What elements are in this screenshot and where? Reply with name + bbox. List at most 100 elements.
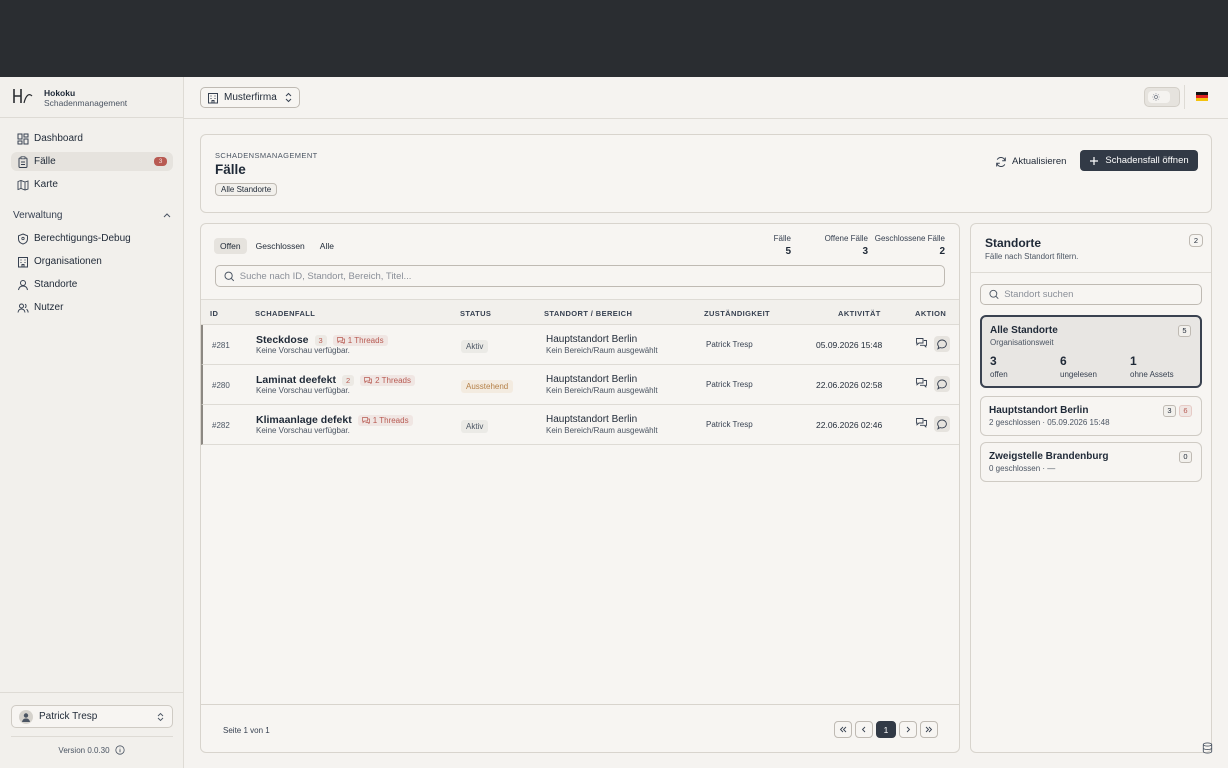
sidebar-item-nutzer[interactable]: Nutzer [11, 298, 173, 317]
location-filter-chip[interactable]: Alle Standorte [215, 183, 278, 196]
case-area: Kein Bereich/Raum ausgewählt [546, 386, 658, 395]
sidebar-item-label: Organisationen [34, 256, 102, 267]
comment-action-button[interactable] [934, 336, 950, 352]
threads-label: 1 Threads [372, 415, 409, 425]
location-count-badge: 3 [1163, 405, 1176, 417]
stat-without-assets: 1 ohne Assets [1130, 354, 1174, 379]
threads-action-button[interactable] [916, 378, 927, 388]
location-user-icon [17, 279, 29, 291]
stat-value: 3 [990, 354, 997, 368]
col-status[interactable]: STATUS [460, 309, 491, 318]
info-icon[interactable] [114, 745, 125, 755]
german-flag-icon[interactable] [1196, 92, 1208, 101]
col-zustaendigkeit[interactable]: ZUSTÄNDIGKEIT [704, 309, 770, 318]
stat-unread: 6 ungelesen [1060, 354, 1097, 379]
sidebar-item-karte[interactable]: Karte [11, 175, 173, 194]
location-card-all[interactable]: Alle Standorte Organisationsweit 5 3 off… [980, 315, 1202, 388]
stat-value: 5 [785, 246, 791, 257]
sidebar-item-standorte[interactable]: Standorte [11, 275, 173, 294]
case-area: Kein Bereich/Raum ausgewählt [546, 346, 658, 355]
stat-value: 6 [1060, 354, 1067, 368]
threads-badge: 1 Threads [357, 414, 413, 426]
sidebar-item-label: Karte [34, 179, 58, 190]
table-row[interactable]: #281 Steckdose 3 1 Threads Keine Vorscha… [201, 325, 959, 365]
location-name: Alle Standorte [990, 325, 1058, 336]
case-search[interactable] [215, 265, 945, 287]
col-standort[interactable]: STANDORT / BEREICH [544, 309, 632, 318]
user-menu-button[interactable]: Patrick Tresp [11, 705, 173, 728]
location-count-badge: 5 [1178, 325, 1191, 337]
sidebar-item-faelle[interactable]: Fälle 3 [11, 152, 173, 171]
location-sub: 2 geschlossen · 05.09.2026 15:48 [989, 418, 1110, 427]
case-area: Kein Bereich/Raum ausgewählt [546, 426, 658, 435]
chevrons-right-icon [925, 726, 933, 733]
table-header: ID SCHADENFALL STATUS STANDORT / BEREICH… [201, 299, 959, 325]
stat-label: offen [990, 370, 1008, 379]
database-icon[interactable] [1202, 742, 1213, 754]
threads-action-button[interactable] [916, 418, 927, 428]
divider [1184, 85, 1185, 109]
brand-subtitle: Schadenmanagement [44, 98, 128, 108]
col-schadenfall[interactable]: SCHADENFALL [255, 309, 315, 318]
table-row[interactable]: #282 Klimaanlage defekt 1 Threads Keine … [201, 405, 959, 445]
top-header: Musterfirma [184, 77, 1228, 119]
case-title[interactable]: Laminat deefekt [256, 374, 336, 386]
sidebar-item-label: Standorte [34, 279, 78, 290]
tab-geschlossen[interactable]: Geschlossen [250, 238, 311, 254]
sidebar-item-label: Fälle [34, 156, 56, 167]
comment-action-button[interactable] [934, 376, 950, 392]
chat-bubbles-icon [916, 378, 927, 388]
refresh-button[interactable]: Aktualisieren [995, 152, 1066, 171]
sidebar-item-berechtigungs-debug[interactable]: Berechtigungs-Debug [11, 229, 173, 248]
search-icon [989, 289, 999, 300]
case-responsible: Patrick Tresp [706, 340, 753, 349]
threads-badge: 1 Threads [332, 334, 388, 346]
comment-action-button[interactable] [934, 416, 950, 432]
open-case-button[interactable]: Schadensfall öffnen [1080, 150, 1198, 171]
threads-action-button[interactable] [916, 338, 927, 348]
col-id[interactable]: ID [210, 309, 218, 318]
divider [0, 692, 183, 693]
location-card-zweigstelle-brandenburg[interactable]: Zweigstelle Brandenburg 0 geschlossen · … [980, 442, 1202, 482]
sidebar-item-dashboard[interactable]: Dashboard [11, 129, 173, 148]
col-aktivitaet[interactable]: AKTIVITÄT [838, 309, 881, 318]
case-title[interactable]: Steckdose [256, 334, 309, 346]
map-icon [17, 179, 29, 191]
version-info: Version 0.0.30 [0, 745, 183, 755]
unread-count-badge: 6 [1179, 405, 1192, 417]
search-input[interactable] [239, 270, 944, 282]
next-page-button[interactable] [899, 721, 917, 738]
divider [971, 272, 1211, 273]
pagination-bar: Seite 1 von 1 1 [201, 704, 959, 752]
first-page-button[interactable] [834, 721, 852, 738]
tab-offen[interactable]: Offen [214, 238, 247, 254]
page-button-current[interactable]: 1 [876, 721, 896, 738]
sidebar-item-label: Dashboard [34, 133, 83, 144]
case-location: Hauptstandort Berlin [546, 334, 638, 345]
refresh-icon [996, 156, 1006, 167]
chat-icon [364, 376, 372, 384]
case-title[interactable]: Klimaanlage defekt [256, 414, 352, 426]
case-location: Hauptstandort Berlin [546, 414, 638, 425]
theme-toggle[interactable] [1144, 87, 1180, 107]
tab-alle[interactable]: Alle [314, 238, 340, 254]
location-name: Hauptstandort Berlin [989, 405, 1089, 416]
case-id: #282 [212, 421, 230, 430]
company-selector[interactable]: Musterfirma [200, 87, 300, 108]
location-search[interactable] [980, 284, 1202, 305]
case-responsible: Patrick Tresp [706, 380, 753, 389]
last-page-button[interactable] [920, 721, 938, 738]
refresh-label: Aktualisieren [1012, 156, 1067, 167]
location-search-input[interactable] [1004, 289, 1201, 300]
version-label: Version 0.0.30 [58, 745, 110, 755]
table-row[interactable]: #280 Laminat deefekt 2 2 Threads Keine V… [201, 365, 959, 405]
location-card-hauptstandort-berlin[interactable]: Hauptstandort Berlin 2 geschlossen · 05.… [980, 396, 1202, 436]
stat-label: ohne Assets [1130, 370, 1174, 379]
chat-bubbles-icon [916, 338, 927, 348]
status-badge: Aktiv [461, 420, 489, 433]
section-verwaltung[interactable]: Verwaltung [13, 208, 171, 222]
case-id: #281 [212, 341, 230, 350]
prev-page-button[interactable] [855, 721, 873, 738]
locations-subtitle: Fälle nach Standort filtern. [985, 252, 1079, 261]
sidebar-item-organisationen[interactable]: Organisationen [11, 252, 173, 271]
